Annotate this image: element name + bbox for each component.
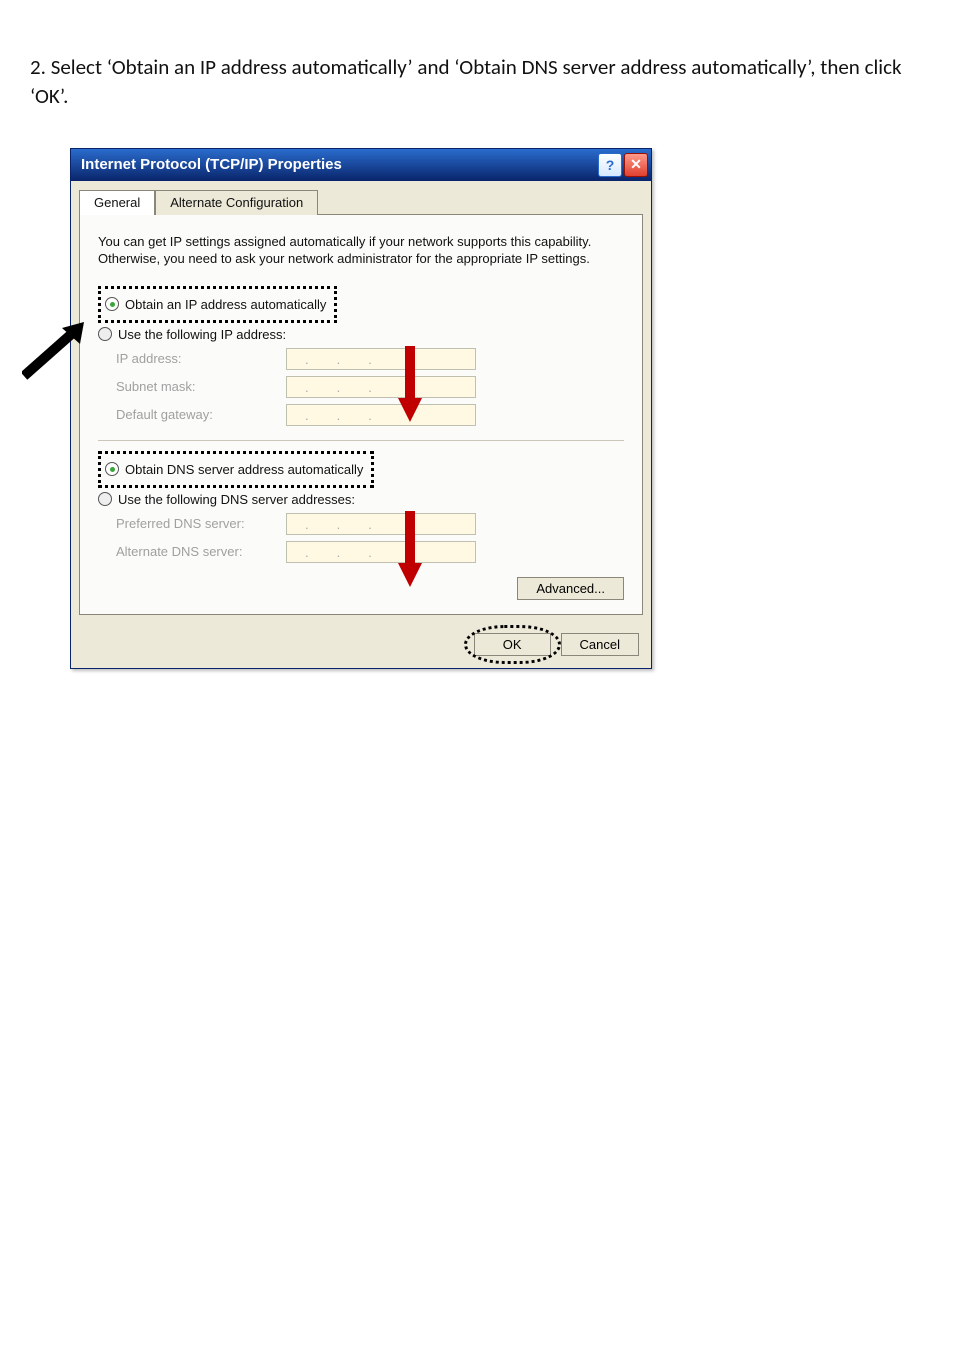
radio-obtain-ip[interactable] — [105, 297, 119, 311]
tcpip-properties-dialog: Internet Protocol (TCP/IP) Properties ? … — [70, 148, 652, 669]
radio-use-dns-label: Use the following DNS server addresses: — [118, 492, 355, 507]
radio-use-ip[interactable] — [98, 327, 112, 341]
tab-body-general: You can get IP settings assigned automat… — [79, 214, 643, 615]
dialog-button-row: OK Cancel — [71, 623, 651, 668]
preferred-dns-label: Preferred DNS server: — [116, 516, 286, 531]
cancel-button[interactable]: Cancel — [561, 633, 639, 656]
tab-alternate-configuration[interactable]: Alternate Configuration — [155, 190, 318, 215]
radio-obtain-dns-label: Obtain DNS server address automatically — [125, 462, 363, 477]
close-button[interactable]: ✕ — [624, 153, 648, 177]
ip-address-input: ... — [286, 348, 476, 370]
ip-radio-group: Obtain an IP address automatically Use t… — [98, 286, 624, 426]
ip-address-label: IP address: — [116, 351, 286, 366]
default-gateway-input: ... — [286, 404, 476, 426]
advanced-button[interactable]: Advanced... — [517, 577, 624, 600]
radio-use-ip-label: Use the following IP address: — [118, 327, 286, 342]
annotation-arrow-icon — [22, 320, 92, 380]
default-gateway-label: Default gateway: — [116, 407, 286, 422]
description-text: You can get IP settings assigned automat… — [98, 233, 624, 268]
subnet-mask-label: Subnet mask: — [116, 379, 286, 394]
dialog-figure: Internet Protocol (TCP/IP) Properties ? … — [70, 148, 652, 669]
radio-use-dns[interactable] — [98, 492, 112, 506]
dialog-title: Internet Protocol (TCP/IP) Properties — [81, 156, 342, 173]
dialog-titlebar: Internet Protocol (TCP/IP) Properties ? … — [71, 149, 651, 181]
alternate-dns-input: ... — [286, 541, 476, 563]
instruction-text: 2. Select ‘Obtain an IP address automati… — [30, 53, 924, 112]
tab-general[interactable]: General — [79, 190, 155, 215]
ok-button[interactable]: OK — [474, 633, 551, 656]
help-button[interactable]: ? — [598, 153, 622, 177]
dns-radio-group: Obtain DNS server address automatically … — [98, 451, 624, 563]
radio-obtain-dns[interactable] — [105, 462, 119, 476]
tab-strip: General Alternate Configuration — [71, 181, 651, 214]
alternate-dns-label: Alternate DNS server: — [116, 544, 286, 559]
radio-obtain-ip-label: Obtain an IP address automatically — [125, 297, 326, 312]
preferred-dns-input: ... — [286, 513, 476, 535]
separator — [98, 440, 624, 441]
subnet-mask-input: ... — [286, 376, 476, 398]
